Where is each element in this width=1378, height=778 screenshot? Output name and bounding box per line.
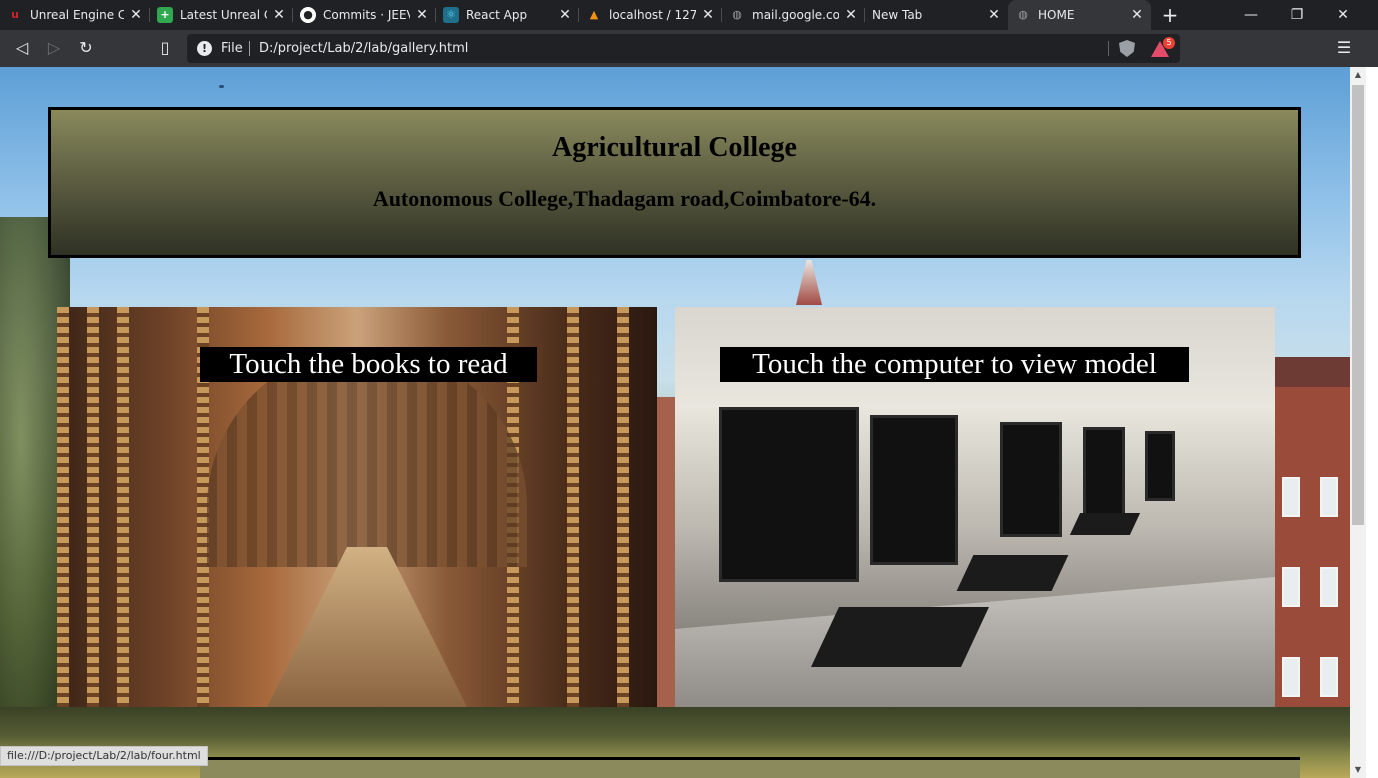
close-tab-icon[interactable]: ✕ <box>843 0 859 30</box>
lab-desk <box>675 577 1275 707</box>
minimize-icon[interactable]: — <box>1228 0 1274 30</box>
page-title: Agricultural College <box>552 132 797 163</box>
close-tab-icon[interactable]: ✕ <box>271 0 287 30</box>
background-spire <box>796 260 822 305</box>
tab-latest-unreal[interactable]: + Latest Unreal Co ✕ <box>150 0 293 30</box>
tab-github-commits[interactable]: ● Commits · JEEVI ✕ <box>293 0 436 30</box>
tab-new-tab[interactable]: New Tab ✕ <box>865 0 1008 30</box>
page-viewport: Agricultural College Autonomous College,… <box>0 67 1350 778</box>
rewards-badge: 5 <box>1163 37 1175 49</box>
close-tab-icon[interactable]: ✕ <box>986 0 1002 30</box>
monitor <box>1083 427 1125 517</box>
forward-icon[interactable]: ▷ <box>42 36 66 60</box>
phpmyadmin-icon: ▲ <box>589 8 599 21</box>
footer-box <box>200 757 1300 778</box>
close-tab-icon[interactable]: ✕ <box>1129 0 1145 30</box>
keyboard <box>811 607 989 667</box>
bird-decoration <box>219 85 224 88</box>
github-icon: ● <box>300 7 316 23</box>
library-floor <box>267 547 467 707</box>
monitor <box>719 407 859 582</box>
library-image-link[interactable]: Touch the books to read <box>57 307 657 707</box>
computer-caption: Touch the computer to view model <box>720 347 1189 382</box>
globe-icon: ◍ <box>1018 8 1028 21</box>
reload-icon[interactable]: ↻ <box>74 36 98 60</box>
college-header: Agricultural College Autonomous College,… <box>48 107 1301 258</box>
monitor <box>1000 422 1062 537</box>
url-text[interactable]: D:/project/Lab/2/lab/gallery.html <box>259 34 468 63</box>
tab-gmail[interactable]: ◍ mail.google.com ✕ <box>722 0 865 30</box>
monitor <box>870 415 958 565</box>
background-building <box>1272 357 1350 727</box>
close-tab-icon[interactable]: ✕ <box>128 0 144 30</box>
back-icon[interactable]: ◁ <box>10 36 34 60</box>
tab-strip: u Unreal Engine C ✕ + Latest Unreal Co ✕… <box>0 0 1378 30</box>
info-icon[interactable]: ! <box>197 41 212 56</box>
plus-badge-icon: + <box>157 7 173 23</box>
status-url: file:///D:/project/Lab/2/lab/four.html <box>0 746 208 766</box>
new-tab-button[interactable]: + <box>1158 3 1182 27</box>
close-tab-icon[interactable]: ✕ <box>700 0 716 30</box>
monitor <box>1145 431 1175 501</box>
computer-image-link[interactable]: Touch the computer to view model <box>675 307 1275 707</box>
close-tab-icon[interactable]: ✕ <box>557 0 573 30</box>
tab-localhost[interactable]: ▲ localhost / 127.0 ✕ <box>579 0 722 30</box>
keyboard <box>1069 513 1141 535</box>
globe-icon: ◍ <box>732 8 742 21</box>
browser-toolbar: ◁ ▷ ↻ ▯ ! File D:/project/Lab/2/lab/gall… <box>0 30 1378 67</box>
close-tab-icon[interactable]: ✕ <box>414 0 430 30</box>
bookmark-icon[interactable]: ▯ <box>153 36 177 60</box>
keyboard <box>956 555 1069 591</box>
scroll-down-icon[interactable]: ▼ <box>1350 762 1366 778</box>
background-building <box>656 397 676 727</box>
address-bar[interactable]: ! File D:/project/Lab/2/lab/gallery.html… <box>187 34 1180 63</box>
scroll-thumb[interactable] <box>1352 85 1364 525</box>
scroll-up-icon[interactable]: ▲ <box>1350 67 1366 83</box>
react-icon: ⚛ <box>443 7 459 23</box>
tab-unreal-engine[interactable]: u Unreal Engine C ✕ <box>0 0 150 30</box>
brave-shield-icon[interactable] <box>1119 40 1135 57</box>
page-subtitle: Autonomous College,Thadagam road,Coimbat… <box>372 186 877 211</box>
restore-icon[interactable]: ❐ <box>1274 0 1320 30</box>
tab-home[interactable]: ◍ HOME ✕ <box>1008 0 1151 30</box>
page-scrollbar[interactable]: ▲ ▼ <box>1350 67 1366 778</box>
menu-icon[interactable]: ☰ <box>1332 36 1356 60</box>
close-window-icon[interactable]: ✕ <box>1320 0 1366 30</box>
unreal-icon: u <box>11 8 19 21</box>
tab-react-app[interactable]: ⚛ React App ✕ <box>436 0 579 30</box>
scheme-label: File <box>221 41 243 56</box>
books-caption: Touch the books to read <box>200 347 537 382</box>
